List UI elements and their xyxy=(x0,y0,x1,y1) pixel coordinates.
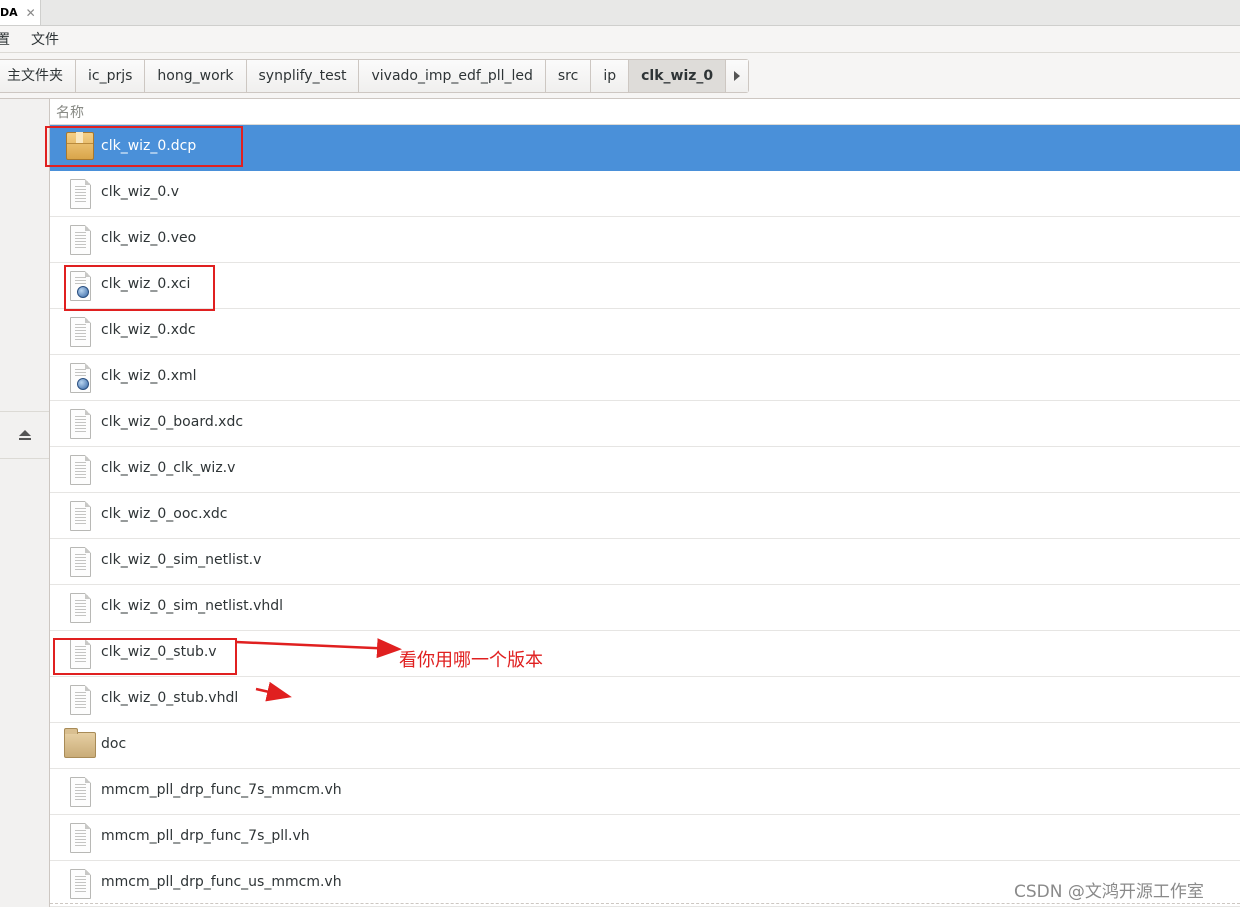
text-file-icon xyxy=(68,684,92,716)
text-file-icon xyxy=(68,500,92,532)
file-row[interactable]: clk_wiz_0_sim_netlist.v xyxy=(50,539,1240,585)
file-row[interactable]: clk_wiz_0_stub.vhdl xyxy=(50,677,1240,723)
app-tab[interactable]: DA ✕ xyxy=(0,0,41,25)
breadcrumb-hong-work[interactable]: hong_work xyxy=(145,60,247,92)
menu-item-view[interactable]: 置 xyxy=(0,29,10,49)
sidebar xyxy=(0,99,50,907)
file-row[interactable]: clk_wiz_0.xml xyxy=(50,355,1240,401)
file-name: doc xyxy=(101,736,127,752)
menu-bar: 置 文件 xyxy=(0,26,1240,53)
file-name: clk_wiz_0.xml xyxy=(101,368,197,384)
file-row[interactable]: mmcm_pll_drp_func_7s_pll.vh xyxy=(50,815,1240,861)
menu-item-file[interactable]: 文件 xyxy=(31,29,59,49)
breadcrumb: 主文件夹 ic_prjs hong_work synplify_test viv… xyxy=(0,59,750,93)
file-row[interactable]: clk_wiz_0_board.xdc xyxy=(50,401,1240,447)
breadcrumb-home[interactable]: 主文件夹 xyxy=(0,60,76,92)
text-file-icon xyxy=(68,454,92,486)
file-name: mmcm_pll_drp_func_7s_pll.vh xyxy=(101,828,310,844)
file-name: clk_wiz_0_sim_netlist.v xyxy=(101,552,262,568)
file-rows: clk_wiz_0.dcp clk_wiz_0.v clk_wiz_0.veo clk… xyxy=(50,125,1240,907)
app-tab-label: DA xyxy=(0,6,18,19)
file-name: clk_wiz_0_board.xdc xyxy=(101,414,244,430)
web-file-icon xyxy=(68,362,92,394)
file-name: mmcm_pll_drp_func_us_mmcm.vh xyxy=(101,874,342,890)
file-list: 名称 clk_wiz_0.dcp clk_wiz_0.v clk_wiz_0.veo… xyxy=(50,99,1240,907)
file-name: clk_wiz_0_clk_wiz.v xyxy=(101,460,236,476)
close-icon[interactable]: ✕ xyxy=(26,7,36,19)
file-name: clk_wiz_0_ooc.xdc xyxy=(101,506,228,522)
text-file-icon xyxy=(68,822,92,854)
breadcrumb-vivado-imp[interactable]: vivado_imp_edf_pll_led xyxy=(359,60,546,92)
folder-icon xyxy=(64,728,96,762)
text-file-icon xyxy=(68,408,92,440)
highlight-box-xci xyxy=(64,265,215,311)
file-name: clk_wiz_0.veo xyxy=(101,230,197,246)
text-file-icon xyxy=(68,592,92,624)
text-file-icon xyxy=(68,316,92,348)
file-row[interactable]: clk_wiz_0.xci xyxy=(50,263,1240,309)
breadcrumb-scroll-right-button[interactable] xyxy=(726,60,749,92)
file-name: mmcm_pll_drp_func_7s_mmcm.vh xyxy=(101,782,342,798)
breadcrumb-ic-prjs[interactable]: ic_prjs xyxy=(76,60,146,92)
annotation-text: 看你用哪一个版本 xyxy=(399,650,543,671)
text-file-icon xyxy=(68,868,92,900)
file-name: clk_wiz_0_stub.vhdl xyxy=(101,690,239,706)
highlight-box-stub-v xyxy=(53,638,237,675)
file-row[interactable]: clk_wiz_0_clk_wiz.v xyxy=(50,447,1240,493)
text-file-icon xyxy=(68,546,92,578)
file-name: clk_wiz_0_sim_netlist.vhdl xyxy=(101,598,284,614)
watermark: CSDN @文鸿开源工作室 xyxy=(1014,882,1204,902)
file-row[interactable]: clk_wiz_0_sim_netlist.vhdl xyxy=(50,585,1240,631)
file-row[interactable]: clk_wiz_0.v xyxy=(50,171,1240,217)
text-file-icon xyxy=(68,776,92,808)
path-bar: 主文件夹 ic_prjs hong_work synplify_test viv… xyxy=(0,53,1240,99)
eject-icon[interactable] xyxy=(18,430,31,440)
breadcrumb-src[interactable]: src xyxy=(545,60,592,92)
sidebar-device-row[interactable] xyxy=(0,411,49,459)
list-bottom-edge xyxy=(50,903,1240,904)
file-row[interactable]: mmcm_pll_drp_func_7s_mmcm.vh xyxy=(50,769,1240,815)
breadcrumb-clk-wiz-0[interactable]: clk_wiz_0 xyxy=(629,60,727,92)
window-tab-strip: DA ✕ xyxy=(0,0,1240,26)
file-name: clk_wiz_0.v xyxy=(101,184,180,200)
breadcrumb-ip[interactable]: ip xyxy=(591,60,630,92)
column-header[interactable]: 名称 xyxy=(50,99,1240,125)
highlight-box-dcp xyxy=(45,126,243,167)
text-file-icon xyxy=(68,178,92,210)
file-name: clk_wiz_0.xdc xyxy=(101,322,196,338)
column-header-name[interactable]: 名称 xyxy=(56,102,84,122)
breadcrumb-synplify-test[interactable]: synplify_test xyxy=(246,60,360,92)
file-row[interactable]: doc xyxy=(50,723,1240,769)
file-row[interactable]: clk_wiz_0.veo xyxy=(50,217,1240,263)
chevron-right-icon xyxy=(734,71,741,81)
text-file-icon xyxy=(68,224,92,256)
file-row[interactable]: clk_wiz_0.xdc xyxy=(50,309,1240,355)
file-row[interactable]: clk_wiz_0_ooc.xdc xyxy=(50,493,1240,539)
